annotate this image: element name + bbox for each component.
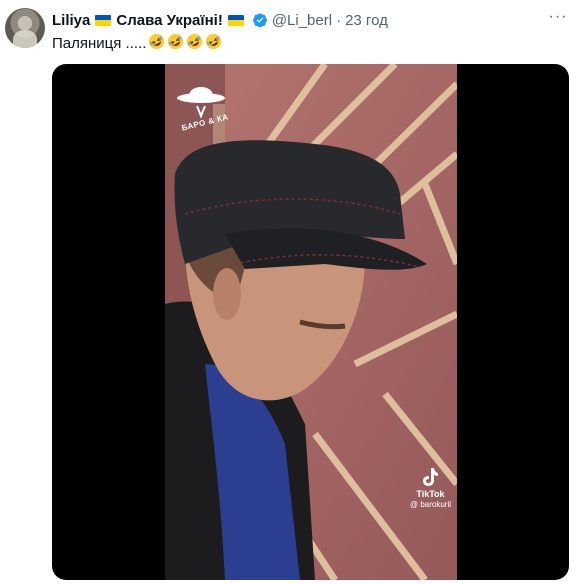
emoji-row xyxy=(146,33,222,54)
tiktok-icon xyxy=(423,467,439,486)
more-options-button[interactable]: ··· xyxy=(546,8,570,26)
user-handle[interactable]: @Li_berl xyxy=(272,12,332,29)
tiktok-label: TikTok xyxy=(416,488,445,499)
rofl-emoji xyxy=(206,33,222,50)
rofl-emoji xyxy=(187,33,203,50)
tiktok-watermark: TikTok @ barokuril xyxy=(410,467,451,510)
tweet-text: Паляниця ..... xyxy=(52,33,222,54)
ukraine-flag-icon xyxy=(227,14,244,26)
hat-logo-icon xyxy=(177,87,225,119)
display-name-text[interactable]: Liliya xyxy=(52,12,90,29)
verified-badge-icon xyxy=(252,13,267,28)
tweet-header: Liliya Слава Україні! @Li_berl · 23 год xyxy=(52,10,388,30)
tiktok-username: @ barokuril xyxy=(409,500,451,509)
display-name[interactable]: Liliya Слава Україні! xyxy=(52,12,249,29)
rofl-emoji xyxy=(168,33,184,50)
tweet[interactable]: Liliya Слава Україні! @Li_berl · 23 год … xyxy=(0,0,584,584)
user-avatar[interactable] xyxy=(5,8,45,48)
more-options-icon: ··· xyxy=(548,8,568,25)
tweet-video[interactable]: БАРО & КА TikTok @ barokuril xyxy=(52,64,569,580)
tweet-text-content: Паляниця ..... xyxy=(52,35,147,52)
display-name-suffix[interactable]: Слава Україні! xyxy=(116,12,222,29)
video-frame[interactable]: БАРО & КА TikTok @ barokuril xyxy=(165,64,457,580)
separator-dot: · xyxy=(336,11,342,29)
rofl-emoji xyxy=(149,33,165,50)
tweet-timestamp[interactable]: 23 год xyxy=(345,12,388,29)
ukraine-flag-icon xyxy=(95,14,112,26)
